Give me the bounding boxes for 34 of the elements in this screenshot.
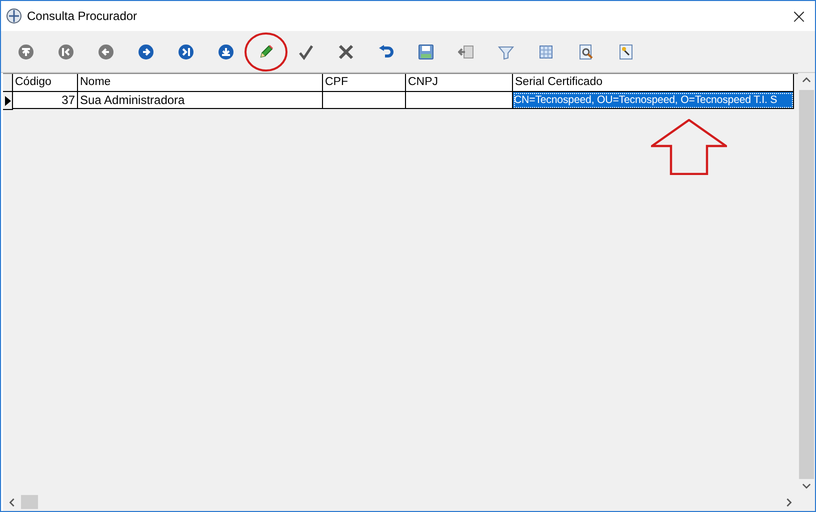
scroll-down-icon[interactable] [802,483,811,489]
pencil-icon[interactable] [258,44,274,60]
down-nav-icon[interactable] [218,44,234,60]
prior-nav-icon[interactable] [58,44,74,60]
scroll-up-icon[interactable] [802,77,811,83]
prev-nav-icon[interactable] [98,44,114,60]
table-cell: Sua Administradora [78,92,323,109]
table-cell: CN=Tecnospeed, OU=Tecnospeed, O=Tecnospeed T.I. S [513,92,794,109]
scroll-right-icon[interactable] [786,498,792,506]
scroll-left-icon[interactable] [9,498,15,506]
app-icon [6,8,22,24]
first-nav-icon[interactable] [18,44,34,60]
highlight-circle [244,32,288,72]
filter-icon[interactable] [498,44,514,60]
close-icon[interactable] [338,44,354,60]
save-icon[interactable] [418,44,434,60]
column-header[interactable]: Nome [78,74,323,92]
report-icon[interactable] [618,44,634,60]
undo-icon[interactable] [378,44,394,60]
window-title: Consulta Procurador [27,9,138,23]
table-cell: 37 [13,92,78,109]
import-icon[interactable] [458,44,474,60]
column-header[interactable]: Código [13,74,78,92]
column-header[interactable]: CNPJ [406,74,513,92]
check-icon[interactable] [298,44,314,60]
last-nav-icon[interactable] [178,44,194,60]
scroll-thumb[interactable] [21,495,38,509]
column-header[interactable]: Serial Certificado [513,74,794,92]
close-button[interactable]: × [783,1,815,31]
scroll-thumb[interactable] [799,90,814,479]
preview-icon[interactable] [578,44,594,60]
next-nav-icon[interactable] [138,44,154,60]
column-header[interactable]: CPF [323,74,406,92]
grid-icon[interactable] [538,44,554,60]
